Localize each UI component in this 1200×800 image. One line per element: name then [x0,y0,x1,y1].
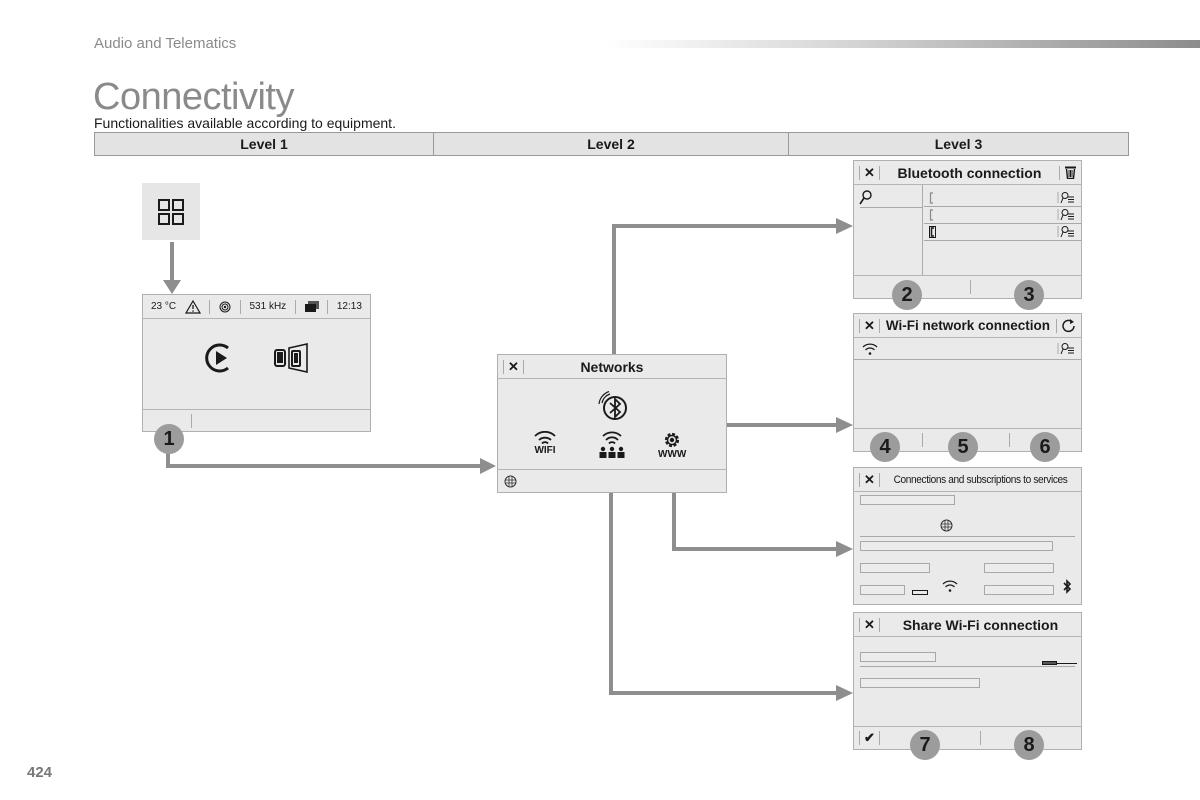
close-button[interactable]: ✕ [854,165,880,181]
status-bar: 23 °C 531 kHz 12:13 [143,295,370,319]
services-field [860,563,930,573]
checkmark-icon: ✔ [864,730,875,745]
messages-icon[interactable] [304,301,319,312]
play-icon[interactable] [204,341,234,375]
share-footer: ✔ [854,726,1081,749]
phone-outline-icon [929,192,933,204]
services-title: Connections and subscriptions to service… [893,473,1068,486]
bluetooth-title-bar: ✕ Bluetooth connection [854,161,1081,185]
network-settings-icon[interactable] [1057,342,1075,355]
grid-menu-icon [158,198,184,225]
bluetooth-icon [1063,579,1072,594]
share-wifi-icon [599,431,625,458]
networks-footer [498,469,726,492]
wifi-icon [942,580,958,592]
services-field [860,541,1053,551]
bluetooth-title: Bluetooth connection [897,164,1042,181]
temperature: 23 °C [151,301,177,312]
callout-badge: 6 [1030,432,1060,462]
services-panel: ✕ Connections and subscriptions to servi… [853,467,1082,605]
share-wifi-panel: ✕ Share Wi-Fi connection ✔ [853,612,1082,750]
callout-badge: 2 [892,280,922,310]
services-field [860,495,955,505]
services-field [984,563,1054,573]
home-screen: 23 °C 531 kHz 12:13 [142,294,371,432]
connection-indicator [912,590,928,595]
networks-title: Networks [580,358,644,375]
networks-screen: ✕ Networks WIFI WWW [497,354,727,493]
close-icon: ✕ [864,164,875,180]
arrow-share [609,462,838,695]
device-settings-icon[interactable] [1057,225,1075,238]
callout-badge: 8 [1014,730,1044,760]
page-number: 424 [27,764,53,781]
globe-icon [940,519,953,532]
wifi-label: WIFI [534,445,556,456]
radio-frequency: 531 kHz [249,301,287,312]
arrowhead [836,218,853,234]
services-field [984,585,1054,595]
arrowhead [836,417,853,433]
warning-triangle-icon [184,299,201,314]
networks-title-bar: ✕ Networks [498,355,726,379]
close-button[interactable]: ✕ [854,472,880,488]
wifi-item[interactable]: WIFI [534,431,556,456]
globe-icon[interactable] [504,475,517,488]
arrow-home-to-networks [166,452,482,468]
clock: 12:13 [336,301,362,312]
gear-www-icon [665,432,680,448]
services-title-bar: ✕ Connections and subscriptions to servi… [854,468,1081,492]
close-icon: ✕ [864,317,875,333]
www-item[interactable]: WWW [658,431,686,460]
wifi-icon [534,431,556,445]
www-label: WWW [658,449,687,460]
bluetooth-icon[interactable] [596,391,630,421]
device-settings-icon[interactable] [1057,208,1075,221]
wifi-network-item[interactable] [854,338,1081,360]
search-icon[interactable] [859,190,872,205]
callout-badge: 4 [870,432,900,462]
bluetooth-footer [854,275,1081,298]
arrowhead [836,541,853,557]
share-title-bar: ✕ Share Wi-Fi connection [854,613,1081,637]
refresh-icon[interactable] [1057,318,1081,333]
phone-outline-icon [929,209,933,221]
phone-connected-icon [929,226,936,238]
close-icon: ✕ [864,471,875,487]
bluetooth-connection-panel: ✕ Bluetooth connection [853,160,1082,299]
radio-signal-icon[interactable] [219,301,231,313]
services-field [860,585,905,595]
wifi-icon [862,343,878,355]
share-field [860,652,936,662]
wifi-connection-panel: ✕ Wi-Fi network connection [853,313,1082,452]
menu-button[interactable] [142,183,200,240]
arrowhead [480,458,496,474]
close-icon: ✕ [864,616,875,632]
share-wifi-item[interactable] [598,431,626,459]
trash-icon[interactable] [1060,166,1081,179]
device-settings-icon[interactable] [1057,191,1075,204]
arrowhead [836,685,853,701]
callout-badge: 1 [154,424,184,454]
close-icon: ✕ [508,358,519,374]
share-title: Share Wi-Fi connection [902,616,1059,633]
callout-badge: 7 [910,730,940,760]
toggle-slider[interactable] [1042,661,1057,665]
close-button[interactable]: ✕ [854,318,880,334]
arrowhead [163,280,181,294]
callout-badge: 3 [1014,280,1044,310]
confirm-button[interactable]: ✔ [854,730,880,746]
close-button[interactable]: ✕ [854,617,880,633]
close-button[interactable]: ✕ [498,359,524,375]
mirror-screen-icon[interactable] [273,341,310,375]
wifi-title-bar: ✕ Wi-Fi network connection [854,314,1081,338]
share-field [860,678,980,688]
wifi-title: Wi-Fi network connection [885,318,1051,333]
callout-badge: 5 [948,432,978,462]
